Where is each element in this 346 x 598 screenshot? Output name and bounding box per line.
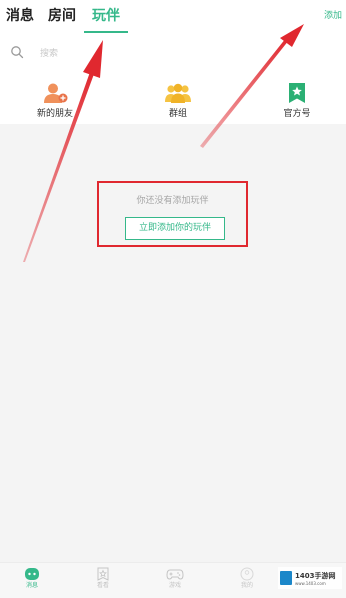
add-playmate-button[interactable]: 立即添加你的玩伴 <box>125 217 225 240</box>
groups-label: 群组 <box>168 109 187 119</box>
nav-messages-label: 消息 <box>25 582 38 589</box>
app-screen: 消息 房间 玩伴 添加 搜索 新的朋友 群组 官方号 你还没有添加玩伴 立即添加… <box>0 0 346 598</box>
official-accounts-entry[interactable]: 官方号 <box>262 82 332 120</box>
top-tab-bar: 消息 房间 玩伴 添加 <box>0 0 346 36</box>
empty-state-highlight: 你还没有添加玩伴 立即添加你的玩伴 <box>97 181 248 247</box>
search-input[interactable]: 搜索 <box>40 48 58 60</box>
nav-games-label: 游戏 <box>168 582 181 589</box>
nav-look-label: 看看 <box>96 582 109 589</box>
groups-entry[interactable]: 群组 <box>143 82 213 120</box>
official-accounts-label: 官方号 <box>283 109 311 119</box>
site-watermark: 1403手游网 www.1403.com <box>278 567 342 589</box>
nav-look[interactable]: 看看 <box>83 567 123 590</box>
new-friend-icon <box>44 83 68 103</box>
search-bar[interactable]: 搜索 <box>0 36 346 74</box>
tab-rooms[interactable]: 房间 <box>48 7 76 25</box>
new-friends-entry[interactable]: 新的朋友 <box>20 82 90 120</box>
official-account-icon <box>289 83 305 103</box>
empty-state-text: 你还没有添加玩伴 <box>136 196 209 206</box>
profile-icon <box>240 567 254 581</box>
watermark-subtext: www.1403.com <box>295 581 326 586</box>
watermark-text: 1403手游网 <box>295 572 336 580</box>
quick-entry-row: 新的朋友 群组 官方号 <box>0 74 346 124</box>
watermark-logo <box>280 571 292 585</box>
star-icon <box>97 567 109 581</box>
tab-playmates[interactable]: 玩伴 <box>92 7 120 25</box>
active-tab-indicator <box>84 31 128 33</box>
add-button[interactable]: 添加 <box>324 10 342 22</box>
group-icon <box>165 83 191 103</box>
new-friends-label: 新的朋友 <box>36 109 73 119</box>
gamepad-icon <box>166 569 184 580</box>
nav-profile-label: 我的 <box>240 582 253 589</box>
tab-messages[interactable]: 消息 <box>6 7 34 25</box>
nav-messages[interactable]: 消息 <box>12 567 52 590</box>
search-icon <box>11 46 24 59</box>
message-icon <box>25 568 39 580</box>
nav-games[interactable]: 游戏 <box>155 567 195 590</box>
nav-profile[interactable]: 我的 <box>227 567 267 590</box>
